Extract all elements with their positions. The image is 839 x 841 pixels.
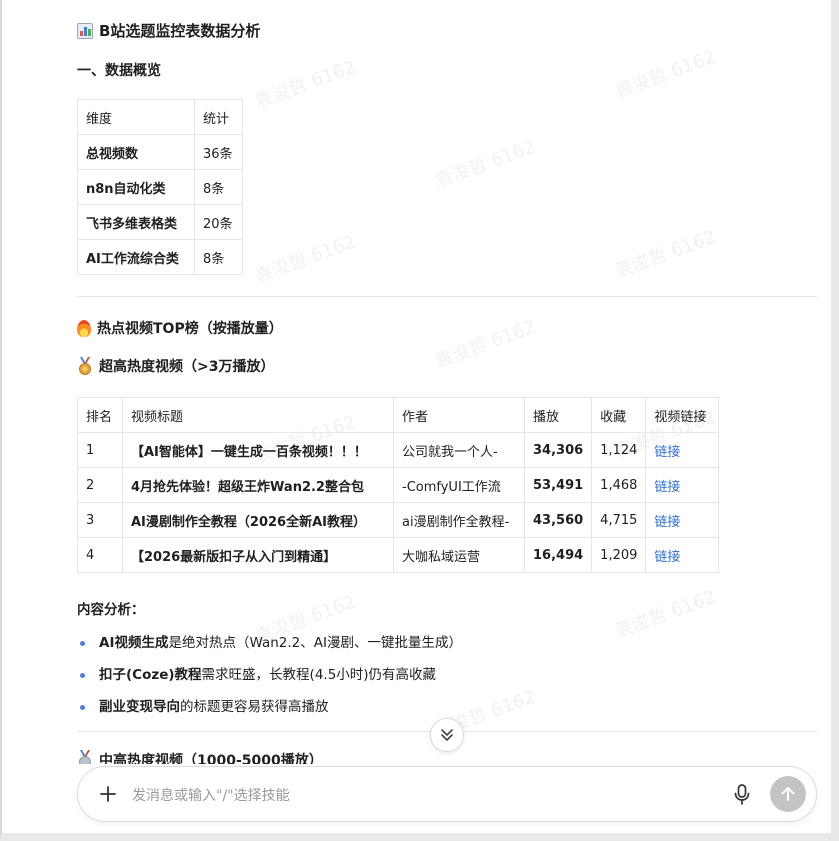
table-cell: 8条 — [194, 239, 243, 275]
table-header-cell: 统计 — [194, 99, 243, 135]
video-link[interactable]: 链接 — [645, 467, 720, 503]
plus-icon[interactable] — [96, 782, 120, 806]
plays-cell: 53,491 — [523, 467, 593, 503]
video-link[interactable]: 链接 — [645, 537, 720, 573]
table-row: 4 【2026最新版扣子从入门到精通】 大咖私域运营 16,494 1,209 … — [77, 537, 720, 573]
scroll-down-button[interactable] — [430, 718, 464, 752]
list-item: 副业变现导向的标题更容易获得高播放 — [77, 694, 462, 726]
table-cell: 8条 — [194, 169, 243, 205]
page-title-text: B站选题监控表数据分析 — [99, 22, 261, 40]
table-row: 3 AI漫剧制作全教程（2026全新AI教程） ai漫剧制作全教程- 43,56… — [77, 502, 720, 538]
watermark: 袁浚哲 6162 — [612, 46, 719, 103]
list-item-text: 的标题更容易获得高播放 — [180, 699, 329, 715]
chevron-double-down-icon — [441, 729, 453, 741]
list-item-bold: AI视频生成 — [99, 635, 169, 651]
plays-cell: 34,306 — [523, 432, 593, 468]
table-header-cell: 视频标题 — [122, 397, 394, 433]
video-link[interactable]: 链接 — [645, 502, 720, 538]
table-header-row: 维度 统计 — [77, 99, 243, 135]
bar-chart-icon — [77, 22, 93, 39]
list-item: 扣子(Coze)教程需求旺盛，长教程(4.5小时)仍有高收藏 — [77, 662, 462, 694]
list-item-bold: 副业变现导向 — [99, 699, 180, 715]
send-button[interactable] — [770, 776, 806, 812]
message-input-bar: 发消息或输入"/"选择技能 — [77, 766, 817, 822]
hot-heading-text: 热点视频TOP榜（按播放量） — [97, 321, 283, 337]
list-item-bold: 扣子(Coze)教程 — [99, 667, 202, 683]
list-item: AI视频生成是绝对热点（Wan2.2、AI漫剧、一键批量生成） — [77, 630, 462, 662]
list-item-text: 需求旺盛，长教程(4.5小时)仍有高收藏 — [201, 667, 437, 683]
title-cell: 4月抢先体验！超级王炸Wan2.2整合包 — [122, 467, 394, 503]
analysis-list: AI视频生成是绝对热点（Wan2.2、AI漫剧、一键批量生成） 扣子(Coze)… — [77, 630, 462, 726]
table-header-cell: 排名 — [77, 397, 123, 433]
table-row: 总视频数 36条 — [77, 134, 243, 170]
hot-heading: 热点视频TOP榜（按播放量） — [77, 318, 283, 338]
author-cell: -ComfyUI工作流 — [393, 467, 525, 503]
watermark: 袁浚哲 6162 — [432, 136, 539, 193]
table-row: AI工作流综合类 8条 — [77, 239, 243, 275]
table-row: n8n自动化类 8条 — [77, 169, 243, 205]
plays-cell: 43,560 — [523, 502, 593, 538]
hot-sub-heading: 超高热度视频（>3万播放） — [77, 356, 274, 376]
author-cell: 大咖私域运营 — [393, 537, 525, 573]
table-row: 飞书多维表格类 20条 — [77, 204, 243, 240]
title-cell: 【AI智能体】一键生成一百条视频！！！ — [122, 432, 394, 468]
table-header-cell: 作者 — [393, 397, 525, 433]
title-cell: AI漫剧制作全教程（2026全新AI教程） — [122, 502, 394, 538]
table-cell: 20条 — [194, 204, 243, 240]
analysis-title: 内容分析： — [77, 602, 145, 618]
hot-sub-heading-text: 超高热度视频（>3万播放） — [99, 359, 275, 375]
video-link[interactable]: 链接 — [645, 432, 720, 468]
table-header-cell: 播放 — [523, 397, 593, 433]
table-cell: 36条 — [194, 134, 243, 170]
overview-heading: 一、数据概览 — [77, 63, 161, 79]
table-header-cell: 维度 — [77, 99, 195, 135]
overview-table: 维度 统计 总视频数 36条 n8n自动化类 8条 飞书多维表格类 20条 AI… — [77, 99, 243, 275]
next-heading: 中高热度视频（1000-5000播放） — [77, 750, 323, 764]
watermark: 袁浚哲 6162 — [252, 231, 359, 288]
rank-cell: 4 — [77, 537, 123, 573]
author-cell: 公司就我一个人- — [393, 432, 525, 468]
watermark: 袁浚哲 6162 — [612, 586, 719, 643]
rank-cell: 2 — [77, 467, 123, 503]
table-header-row: 排名 视频标题 作者 播放 收藏 视频链接 — [77, 397, 720, 433]
hot-videos-table: 排名 视频标题 作者 播放 收藏 视频链接 1 【AI智能体】一键生成一百条视频… — [77, 397, 720, 573]
divider — [77, 296, 817, 297]
table-cell: 总视频数 — [77, 134, 195, 170]
rank-cell: 1 — [77, 432, 123, 468]
medal-icon — [79, 750, 91, 764]
title-cell: 【2026最新版扣子从入门到精通】 — [122, 537, 394, 573]
watermark: 袁浚哲 6162 — [252, 56, 359, 113]
favs-cell: 1,468 — [591, 467, 647, 503]
arrow-up-icon — [781, 787, 795, 801]
table-cell: 飞书多维表格类 — [77, 204, 195, 240]
page-title: B站选题监控表数据分析 — [77, 20, 260, 41]
list-item-text: 是绝对热点（Wan2.2、AI漫剧、一键批量生成） — [168, 635, 462, 651]
fire-icon — [77, 319, 91, 337]
favs-cell: 4,715 — [591, 502, 647, 538]
table-row: 1 【AI智能体】一键生成一百条视频！！！ 公司就我一个人- 34,306 1,… — [77, 432, 720, 468]
author-cell: ai漫剧制作全教程- — [393, 502, 525, 538]
medal-icon — [79, 357, 91, 375]
table-cell: AI工作流综合类 — [77, 239, 195, 275]
favs-cell: 1,124 — [591, 432, 647, 468]
table-row: 2 4月抢先体验！超级王炸Wan2.2整合包 -ComfyUI工作流 53,49… — [77, 467, 720, 503]
next-heading-text: 中高热度视频（1000-5000播放） — [99, 753, 323, 764]
watermark: 袁浚哲 6162 — [612, 226, 719, 283]
message-input[interactable]: 发消息或输入"/"选择技能 — [132, 785, 290, 805]
table-cell: n8n自动化类 — [77, 169, 195, 205]
favs-cell: 1,209 — [591, 537, 647, 573]
rank-cell: 3 — [77, 502, 123, 538]
plays-cell: 16,494 — [523, 537, 593, 573]
table-header-cell: 收藏 — [591, 397, 647, 433]
chat-window: 袁浚哲 6162 袁浚哲 6162 袁浚哲 6162 袁浚哲 6162 袁浚哲 … — [0, 0, 839, 841]
watermark: 袁浚哲 6162 — [432, 316, 539, 373]
microphone-icon[interactable] — [730, 782, 754, 808]
table-header-cell: 视频链接 — [645, 397, 720, 433]
